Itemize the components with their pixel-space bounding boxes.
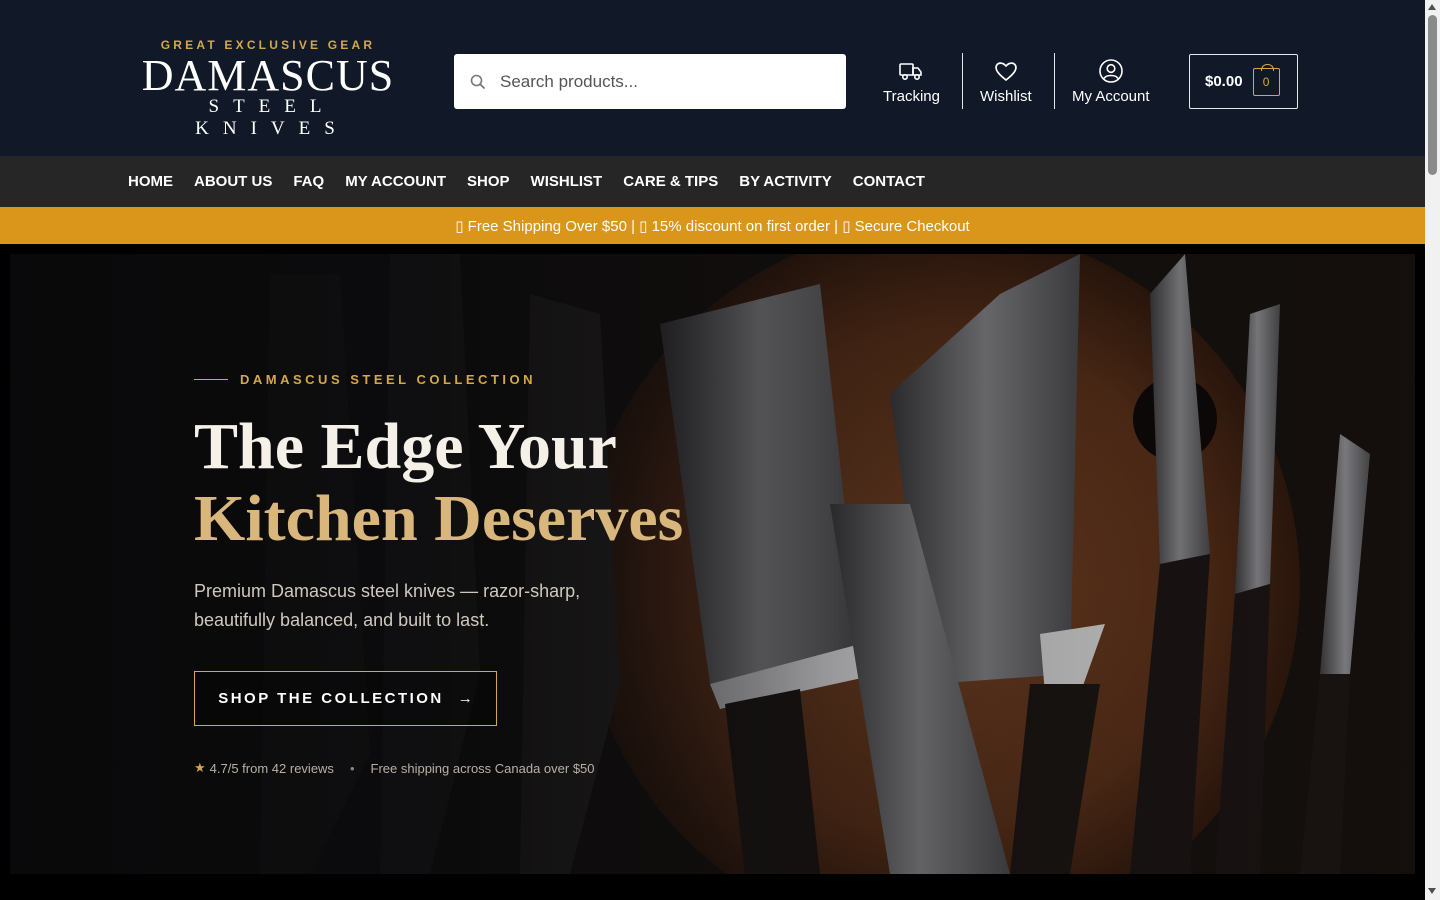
nav-item-about-us[interactable]: ABOUT US: [194, 173, 272, 190]
hero-title-line2: Kitchen Deserves: [194, 482, 684, 555]
hero-content: DAMASCUS STEEL COLLECTION The Edge Your …: [194, 372, 834, 776]
nav-item-shop[interactable]: SHOP: [467, 173, 510, 190]
promo-bar: ▯ Free Shipping Over $50 | ▯ 15% discoun…: [0, 207, 1425, 244]
nav-item-home[interactable]: HOME: [128, 173, 173, 190]
wishlist-link[interactable]: Wishlist: [980, 58, 1032, 108]
hero-eyebrow: DAMASCUS STEEL COLLECTION: [194, 372, 834, 387]
nav-item-care-tips[interactable]: CARE & TIPS: [623, 173, 718, 190]
nav-item-by-activity[interactable]: BY ACTIVITY: [739, 173, 832, 190]
search-input[interactable]: [500, 71, 820, 92]
rating-text: 4.7/5 from 42 reviews: [209, 760, 334, 776]
meta-separator: •: [349, 760, 355, 776]
user-circle-icon: [1098, 59, 1123, 83]
tracking-link[interactable]: Tracking: [883, 58, 940, 108]
nav-item-my-account[interactable]: MY ACCOUNT: [345, 173, 446, 190]
star-icon: ★: [194, 760, 206, 775]
page-scrollbar[interactable]: [1425, 0, 1440, 900]
hero-meta: ★ 4.7/5 from 42 reviews • Free shipping …: [194, 760, 834, 776]
cart-total: $0.00: [1205, 73, 1243, 90]
shipping-note: Free shipping across Canada over $50: [370, 760, 595, 776]
scroll-up-icon[interactable]: [1428, 4, 1436, 10]
logo-tagline: GREAT EXCLUSIVE GEAR: [160, 38, 376, 52]
heart-icon: [995, 62, 1017, 82]
hero-banner: DAMASCUS STEEL COLLECTION The Edge Your …: [10, 254, 1415, 874]
header-divider: [1054, 53, 1055, 109]
nav-item-contact[interactable]: CONTACT: [853, 173, 925, 190]
truck-icon: [899, 63, 923, 80]
site-logo[interactable]: GREAT EXCLUSIVE GEAR DAMASCUS STEEL KNIV…: [134, 38, 402, 140]
hero-title: The Edge Your Kitchen Deserves: [194, 411, 834, 555]
logo-subtitle: STEEL KNIVES: [195, 96, 349, 139]
header-divider: [962, 53, 963, 109]
logo-name: DAMASCUS: [141, 51, 395, 100]
tracking-label: Tracking: [883, 88, 940, 105]
nav-item-faq[interactable]: FAQ: [293, 173, 324, 190]
scroll-down-icon[interactable]: [1428, 888, 1436, 894]
cart-button[interactable]: $0.00 0: [1189, 54, 1298, 109]
nav-item-wishlist[interactable]: WISHLIST: [531, 173, 603, 190]
arrow-right-icon: →: [457, 690, 473, 707]
scroll-thumb[interactable]: [1428, 15, 1437, 175]
promo-text: ▯ Free Shipping Over $50 | ▯ 15% discoun…: [455, 217, 970, 235]
search-icon[interactable]: [470, 74, 486, 90]
my-account-link[interactable]: My Account: [1072, 58, 1150, 108]
cart-count: 0: [1262, 74, 1270, 89]
eyebrow-rule: [194, 379, 228, 380]
wishlist-label: Wishlist: [980, 88, 1032, 105]
site-header: GREAT EXCLUSIVE GEAR DAMASCUS STEEL KNIV…: [0, 0, 1425, 156]
hero-description: Premium Damascus steel knives — razor-sh…: [194, 581, 581, 630]
shop-collection-button[interactable]: SHOP THE COLLECTION →: [194, 671, 497, 726]
hero-title-line1: The Edge Your: [194, 410, 617, 483]
bag-icon: 0: [1252, 63, 1280, 96]
main-nav: HOME ABOUT US FAQ MY ACCOUNT SHOP WISHLI…: [0, 156, 1425, 207]
search-bar: [454, 54, 846, 109]
cta-label: SHOP THE COLLECTION: [218, 690, 444, 707]
eyebrow-text: DAMASCUS STEEL COLLECTION: [240, 372, 536, 387]
my-account-label: My Account: [1072, 88, 1150, 105]
